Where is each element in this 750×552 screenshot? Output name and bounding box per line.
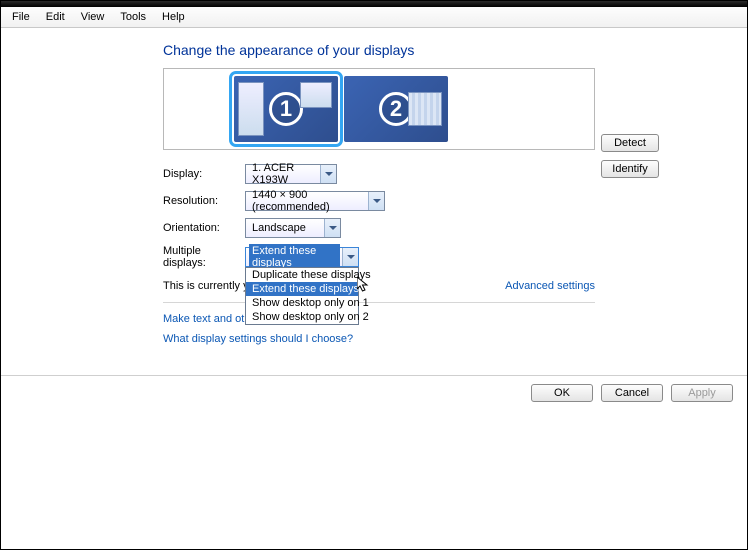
identify-button[interactable]: Identify (601, 160, 659, 178)
orientation-label: Orientation: (163, 222, 245, 234)
resolution-select[interactable]: 1440 × 900 (recommended) (245, 191, 385, 211)
cancel-button[interactable]: Cancel (601, 384, 663, 402)
chevron-down-icon (320, 165, 336, 183)
menu-edit[interactable]: Edit (39, 9, 72, 25)
multiple-displays-select[interactable]: Extend these displays Duplicate these di… (245, 247, 359, 267)
menu-tools[interactable]: Tools (113, 9, 153, 25)
dialog-button-bar: OK Cancel Apply (1, 375, 747, 410)
chevron-down-icon (324, 219, 340, 237)
monitor-2[interactable]: 2 (344, 76, 448, 142)
display-preview: 1 2 (163, 68, 595, 150)
multiple-displays-label: Multiple displays: (163, 245, 245, 269)
menu-file[interactable]: File (5, 9, 37, 25)
monitor-1[interactable]: 1 (234, 76, 338, 142)
which-settings-link[interactable]: What display settings should I choose? (163, 329, 747, 349)
page-title: Change the appearance of your displays (163, 42, 747, 58)
multiple-option-duplicate[interactable]: Duplicate these displays (246, 268, 358, 282)
multiple-displays-dropdown: Duplicate these displays Extend these di… (245, 267, 359, 325)
multiple-option-only2[interactable]: Show desktop only on 2 (246, 310, 358, 324)
display-select[interactable]: 1. ACER X193W (245, 164, 337, 184)
chevron-down-icon (368, 192, 384, 210)
orientation-select[interactable]: Landscape (245, 218, 341, 238)
apply-button: Apply (671, 384, 733, 402)
multiple-option-only1[interactable]: Show desktop only on 1 (246, 296, 358, 310)
orientation-value: Landscape (252, 222, 306, 234)
multiple-option-extend[interactable]: Extend these displays (246, 282, 358, 296)
display-value: 1. ACER X193W (252, 162, 318, 186)
chevron-down-icon (342, 248, 358, 266)
menubar: File Edit View Tools Help (1, 7, 747, 28)
display-label: Display: (163, 168, 245, 180)
resolution-value: 1440 × 900 (recommended) (252, 189, 366, 213)
menu-help[interactable]: Help (155, 9, 192, 25)
advanced-settings-link[interactable]: Advanced settings (505, 280, 595, 292)
ok-button[interactable]: OK (531, 384, 593, 402)
monitor-1-number: 1 (269, 92, 303, 126)
resolution-label: Resolution: (163, 195, 245, 207)
menu-view[interactable]: View (74, 9, 112, 25)
detect-button[interactable]: Detect (601, 134, 659, 152)
